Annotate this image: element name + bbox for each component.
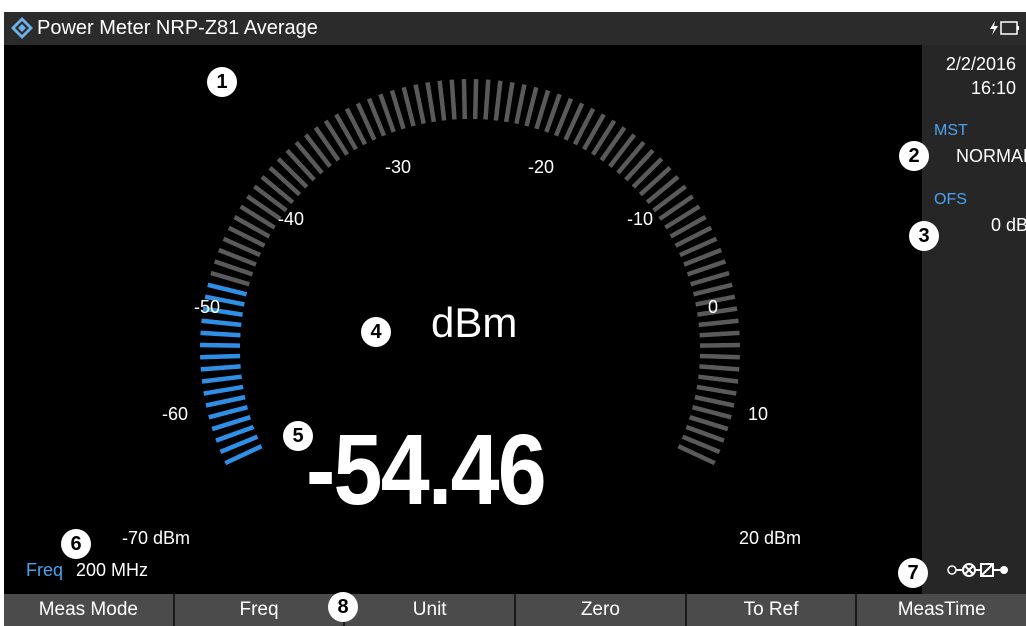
battery-charging-icon [990,21,1019,35]
gauge-segment [699,342,741,348]
gauge-segment [514,84,527,125]
callout-1: 1 [207,67,237,97]
gauge-segment [201,318,242,328]
freq-value: 200 MHz [76,560,149,580]
gauge-segment [699,330,740,338]
gauge-segment [199,342,241,348]
gauge-segment [205,394,246,408]
tick-label-minus10: -10 [627,209,654,229]
softkey-to-ref[interactable]: To Ref [686,594,858,626]
callout-4: 4 [361,317,391,347]
date-display: 2/2/2016 [945,54,1016,74]
tick-label-minus70: -70 dBm [122,528,191,548]
gauge-area: -70 dBm -60 -50 -40 -30 -20 -10 0 10 20 … [4,45,922,594]
callout-5: 5 [283,421,313,451]
gauge-segment [624,148,655,182]
gauge-segment [616,140,646,175]
gauge-segment [699,364,740,372]
gauge-segment [645,175,680,205]
gauge-segment [207,282,248,297]
softkey-zero[interactable]: Zero [516,594,687,626]
gauge-segment [698,374,739,384]
gauge-segment [699,353,740,360]
callout-7: 7 [898,558,928,588]
gauge-segment [203,384,244,396]
gauge-segment [534,89,551,130]
tick-label-minus60: -60 [162,404,189,424]
gauge-segment [211,415,252,432]
time-display: 16:10 [970,78,1016,98]
softkey-bar: Meas Mode Freq Unit Zero To Ref MeasTime [4,594,1026,626]
gauge-segment [449,79,457,120]
softkey-unit[interactable]: Unit [345,594,517,626]
gauge-segment [688,415,729,432]
tick-label-minus40: -40 [278,209,305,229]
gauge-segment [210,270,250,287]
gauge-segment [200,364,241,372]
mst-label: MST [934,122,968,139]
gauge-segment [425,82,437,123]
unit-label: dBm [431,299,518,346]
gauge-segment [276,157,309,189]
callout-8: 8 [328,592,358,622]
gauge-segment [201,374,242,384]
side-panel: 2/2/2016 16:10 MST NORMAL OFS 0 dB 2 3 7 [898,45,1026,594]
rs-diamond-logo-icon [11,17,33,39]
gauge-segment [503,82,515,123]
power-meter-screen: Power Meter NRP-Z81 Average -70 dBm -60 … [4,12,1026,626]
gauge-segment [200,353,241,360]
tick-label-minus30: -30 [385,157,412,177]
ofs-label: OFS [934,191,967,208]
gauge-segment [200,330,241,338]
gauge-segment [389,89,406,130]
callout-3: 3 [909,221,939,251]
tick-label-minus50: -50 [194,297,221,317]
app-title: Power Meter NRP-Z81 Average [37,17,318,39]
tick-label-10: 10 [748,404,769,424]
gauge-segment [401,86,416,127]
gauge-segment [260,175,295,205]
gauge-segment [692,282,733,297]
gauge-segment [631,157,664,189]
freq-label: Freq [26,560,64,580]
callout-2: 2 [899,141,929,171]
ofs-value: 0 dB [990,215,1026,235]
softkey-meastime[interactable]: MeasTime [857,594,1026,626]
tick-label-20: 20 dBm [739,528,802,548]
gauge-segment [413,84,426,125]
softkey-freq[interactable]: Freq [174,594,346,626]
tick-label-minus20: -20 [528,157,555,177]
sensor-connection-icon [947,563,1008,577]
gauge-segment [493,80,503,121]
gauge-segment [696,384,737,396]
mst-value: NORMAL [956,146,1026,166]
gauge-segment [294,140,324,175]
gauge-segment [638,165,672,197]
gauge-segment [472,79,479,120]
gauge-segment [285,148,316,182]
tick-label-0: 0 [708,297,719,317]
gauge-segment [694,394,735,408]
gauge-segment [437,80,447,121]
gauge-segment [698,318,739,328]
gauge-segment [483,79,491,120]
power-reading: -54.46 [306,414,547,526]
gauge-segment [461,79,468,120]
gauge-segment [691,405,732,420]
callout-6: 6 [61,529,91,559]
gauge-segment [690,270,730,287]
gauge-segment [524,86,539,127]
title-bar: Power Meter NRP-Z81 Average [4,12,1026,45]
softkey-meas-mode[interactable]: Meas Mode [4,594,175,626]
gauge-segment [208,405,249,420]
gauge-segment [268,165,302,197]
